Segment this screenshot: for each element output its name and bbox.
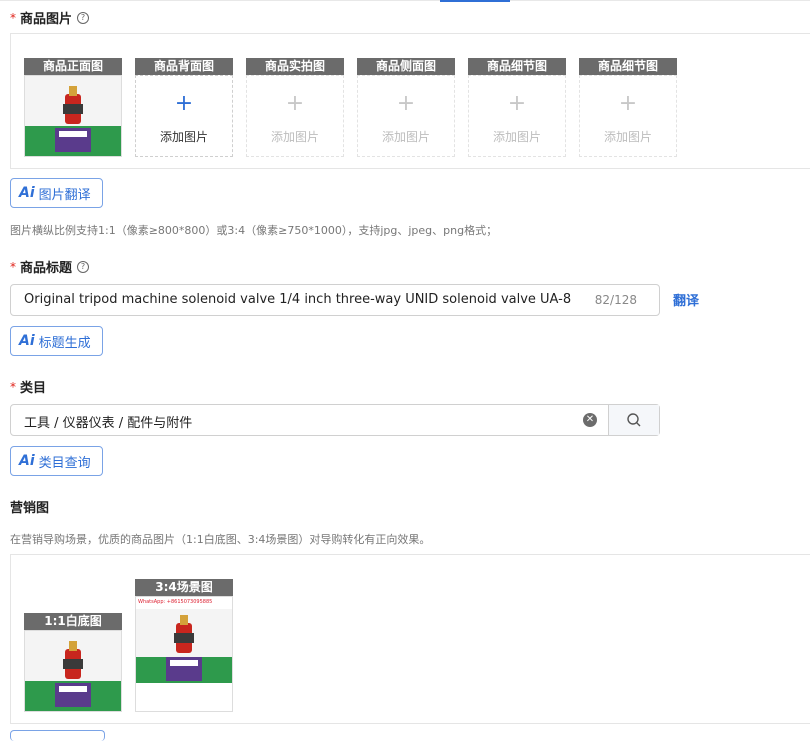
- title-char-counter: 82/128: [594, 293, 637, 307]
- top-divider: [0, 0, 810, 1]
- image-slot-real: 商品实拍图 + 添加图片: [246, 58, 344, 157]
- slot-header: 商品侧面图: [357, 58, 455, 75]
- category-query-label: 类目查询: [38, 455, 91, 471]
- image-slot-front[interactable]: 商品正面图: [24, 58, 122, 157]
- title-label: * 商品标题 ?: [10, 257, 90, 276]
- required-mark: *: [10, 10, 16, 25]
- title-generate-button[interactable]: Ai 标题生成: [10, 326, 103, 356]
- add-image-text: 添加图片: [492, 130, 541, 144]
- image-slot-detail-2: 商品细节图 + 添加图片: [579, 58, 677, 157]
- slot-header: 商品细节图: [579, 58, 677, 75]
- title-input-value: Original tripod machine solenoid valve 1…: [24, 292, 572, 307]
- clear-icon[interactable]: ✕: [583, 413, 597, 427]
- image-translate-button[interactable]: Ai 图片翻译: [10, 178, 103, 208]
- category-search-button[interactable]: [609, 405, 659, 435]
- plus-icon: +: [174, 91, 194, 116]
- category-query-button[interactable]: Ai 类目查询: [10, 446, 103, 476]
- ai-icon: Ai: [19, 453, 35, 469]
- slot-header: 商品背面图: [135, 58, 233, 75]
- scene-caption: WhatsApp: +8615073095885: [138, 599, 213, 605]
- category-input-value: 工具 / 仪器仪表 / 配件与附件: [24, 416, 193, 431]
- slot-header: 商品细节图: [468, 58, 566, 75]
- add-image-text: 添加图片: [270, 130, 319, 144]
- marketing-slot-portrait[interactable]: 3:4场景图 WhatsApp: +8615073095885: [135, 579, 233, 712]
- marketing-hint: 在营销导购场景，优质的商品图片（1:1白底图、3:4场景图）对导购转化有正向效果…: [10, 533, 431, 546]
- marketing-thumbnail[interactable]: [24, 630, 122, 712]
- required-mark: *: [10, 379, 16, 394]
- plus-icon: +: [285, 91, 305, 116]
- product-photo-icon: [25, 76, 121, 156]
- ai-icon: Ai: [19, 185, 35, 201]
- slot-header: 3:4场景图: [135, 579, 233, 596]
- image-hint: 图片横纵比例支持1:1（像素≥800*800）或3:4（像素≥750*1000）…: [10, 224, 498, 237]
- add-image-text: 添加图片: [603, 130, 652, 144]
- marketing-slot-square[interactable]: 1:1白底图: [24, 613, 122, 712]
- image-translate-label: 图片翻译: [38, 187, 91, 203]
- image-slot-back[interactable]: 商品背面图 + 添加图片: [135, 58, 233, 157]
- product-images-panel: 商品正面图 商品背面图 + 添加图片 商品实拍图 + 添加图片 商品侧面图 +: [10, 33, 810, 169]
- slot-header: 1:1白底图: [24, 613, 122, 630]
- marketing-label: 营销图: [10, 501, 50, 516]
- title-translate-link[interactable]: 翻译: [673, 290, 699, 309]
- plus-icon: +: [507, 91, 527, 116]
- add-image-text: 添加图片: [381, 130, 430, 144]
- ai-icon: Ai: [19, 333, 35, 349]
- image-slot-side: 商品侧面图 + 添加图片: [357, 58, 455, 157]
- category-label-text: 类目: [20, 381, 47, 396]
- slot-header: 商品正面图: [24, 58, 122, 75]
- help-icon[interactable]: ?: [77, 260, 90, 273]
- required-mark: *: [10, 259, 16, 274]
- title-input[interactable]: Original tripod machine solenoid valve 1…: [10, 284, 660, 316]
- product-photo-icon: [25, 631, 121, 711]
- category-input[interactable]: 工具 / 仪器仪表 / 配件与附件 ✕: [10, 404, 660, 436]
- search-icon: [627, 413, 641, 427]
- product-images-label-text: 商品图片: [20, 12, 73, 27]
- image-slot-detail-1: 商品细节图 + 添加图片: [468, 58, 566, 157]
- slot-header: 商品实拍图: [246, 58, 344, 75]
- title-generate-label: 标题生成: [38, 335, 91, 351]
- add-image-text: 添加图片: [159, 130, 208, 144]
- plus-icon: +: [618, 91, 638, 116]
- product-thumbnail[interactable]: [24, 75, 122, 157]
- active-tab-indicator: [440, 0, 510, 2]
- marketing-thumbnail[interactable]: WhatsApp: +8615073095885: [135, 596, 233, 712]
- category-label: * 类目: [10, 377, 47, 397]
- product-images-label: * 商品图片 ?: [10, 8, 90, 27]
- product-photo-icon: [136, 609, 232, 683]
- title-label-text: 商品标题: [20, 261, 73, 276]
- plus-icon: +: [396, 91, 416, 116]
- marketing-panel: 1:1白底图 3:4场景图 WhatsApp: +8615073095885: [10, 554, 810, 724]
- help-icon[interactable]: ?: [77, 11, 90, 24]
